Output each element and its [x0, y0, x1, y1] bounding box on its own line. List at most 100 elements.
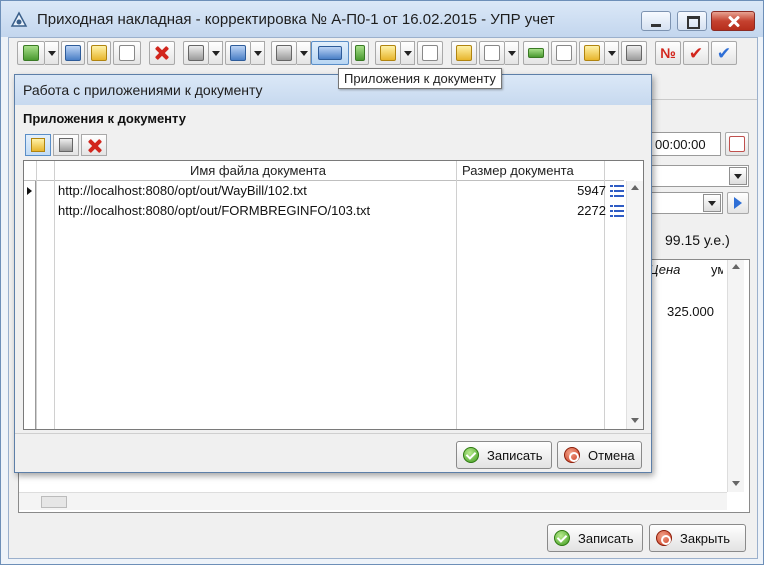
print-button[interactable] [271, 41, 297, 65]
copy-button[interactable] [225, 41, 251, 65]
number-sign-icon: № [660, 45, 676, 61]
table-icon [484, 45, 500, 61]
new-document-dropdown[interactable] [45, 41, 59, 65]
table-dropdown[interactable] [505, 41, 519, 65]
open-file-icon [59, 138, 73, 152]
grid-icon [626, 45, 642, 61]
enter-arrow-icon [528, 48, 544, 58]
dialog-title-bar[interactable]: Работа с приложениями к документу [15, 75, 651, 105]
list-icon[interactable] [610, 205, 624, 217]
report-dropdown[interactable] [209, 41, 223, 65]
close-circle-icon [656, 530, 672, 546]
calendar-button[interactable] [725, 132, 749, 156]
chart-button[interactable] [551, 41, 577, 65]
list-view-button[interactable] [61, 41, 85, 65]
items-vscroll[interactable] [727, 260, 744, 492]
footer-save-label: Записать [578, 530, 634, 546]
time-field[interactable]: 00:00:00 [651, 132, 721, 156]
folder-icon [584, 45, 600, 61]
link-icon [355, 45, 365, 61]
copy-icon [230, 45, 246, 61]
scroll-down-arrow[interactable] [732, 481, 740, 486]
list-icon [65, 45, 81, 61]
enter-button[interactable] [523, 41, 549, 65]
open-attachment-button[interactable] [53, 134, 79, 156]
hscroll-thumb[interactable] [41, 496, 67, 508]
print-dropdown[interactable] [297, 41, 311, 65]
book-button[interactable] [417, 41, 443, 65]
edit-button[interactable] [87, 41, 111, 65]
grid-header: Имя файла документа Размер документа [24, 161, 624, 181]
tooltip: Приложения к документу [338, 68, 502, 89]
footer-save-button[interactable]: Записать [547, 524, 643, 552]
attachments-grid: Имя файла документа Размер документа htt… [23, 160, 644, 430]
combo-field-1[interactable] [651, 165, 749, 187]
refresh-button[interactable] [113, 41, 141, 65]
move-button[interactable] [451, 41, 477, 65]
price-cell: 325.000 [667, 304, 714, 319]
check-red-button[interactable]: ✔ [683, 41, 709, 65]
table-row[interactable]: http://localhost:8080/opt/out/WayBill/10… [36, 181, 624, 201]
calendar-add-icon [23, 45, 39, 61]
close-button[interactable] [711, 11, 755, 31]
delete-attachment-button[interactable] [81, 134, 107, 156]
edit-doc-icon [91, 45, 107, 61]
footer-close-label: Закрыть [680, 530, 731, 546]
link-button[interactable] [351, 41, 369, 65]
app-icon [10, 11, 28, 27]
scroll-down-arrow[interactable] [631, 418, 639, 423]
payments-dropdown[interactable] [401, 41, 415, 65]
ok-icon [463, 447, 479, 463]
check-blue-button[interactable]: ✔ [711, 41, 737, 65]
dialog-cancel-label: Отмена [588, 447, 635, 463]
title-bar[interactable]: Приходная накладная - корректировка № А-… [1, 1, 763, 37]
document-arrow-icon [456, 45, 472, 61]
maximize-button[interactable] [677, 11, 707, 31]
delete-button[interactable] [149, 41, 175, 65]
next-button[interactable] [727, 192, 749, 214]
items-hscroll[interactable] [19, 492, 727, 510]
window-title: Приходная накладная - корректировка № А-… [37, 11, 555, 28]
attachments-button[interactable] [311, 41, 349, 65]
add-file-icon [31, 138, 45, 152]
row-indicator-column [24, 181, 36, 429]
grid-vscroll[interactable] [626, 181, 643, 429]
column-header-size[interactable]: Размер документа [462, 163, 574, 178]
chart-icon [556, 45, 572, 61]
table-button[interactable] [479, 41, 505, 65]
list-icon[interactable] [610, 185, 624, 197]
attachments-icon [318, 46, 342, 60]
scroll-up-arrow[interactable] [732, 264, 740, 269]
scroll-up-arrow[interactable] [631, 185, 639, 190]
dialog-cancel-button[interactable]: Отмена [557, 441, 642, 469]
combo-2-dropdown[interactable] [703, 194, 721, 212]
check-blue-icon: ✔ [716, 43, 732, 63]
combo-field-2[interactable] [651, 192, 723, 214]
printer-icon [276, 45, 292, 61]
report-icon [188, 45, 204, 61]
file-name-cell: http://localhost:8080/opt/out/WayBill/10… [58, 183, 307, 198]
play-icon [734, 197, 742, 209]
ok-icon [554, 530, 570, 546]
folder-dropdown[interactable] [605, 41, 619, 65]
report-button[interactable] [183, 41, 209, 65]
refresh-doc-icon [119, 45, 135, 61]
amount-text: 99.15 у.е.) [665, 232, 730, 248]
column-header-file[interactable]: Имя файла документа [190, 163, 326, 178]
add-attachment-button[interactable] [25, 134, 51, 156]
new-document-button[interactable] [17, 41, 45, 65]
minimize-button[interactable] [641, 11, 671, 31]
copy-dropdown[interactable] [251, 41, 265, 65]
folder-button[interactable] [579, 41, 605, 65]
coins-icon [380, 45, 396, 61]
combo-1-dropdown[interactable] [729, 167, 747, 185]
number-button[interactable]: № [655, 41, 681, 65]
attachments-dialog: Работа с приложениями к документу Прилож… [14, 74, 652, 473]
footer-close-button[interactable]: Закрыть [649, 524, 746, 552]
delete-icon [154, 45, 170, 61]
grid-button[interactable] [621, 41, 647, 65]
cancel-icon [564, 447, 580, 463]
dialog-save-button[interactable]: Записать [456, 441, 552, 469]
payments-button[interactable] [375, 41, 401, 65]
table-row[interactable]: http://localhost:8080/opt/out/FORMBREGIN… [36, 201, 624, 221]
